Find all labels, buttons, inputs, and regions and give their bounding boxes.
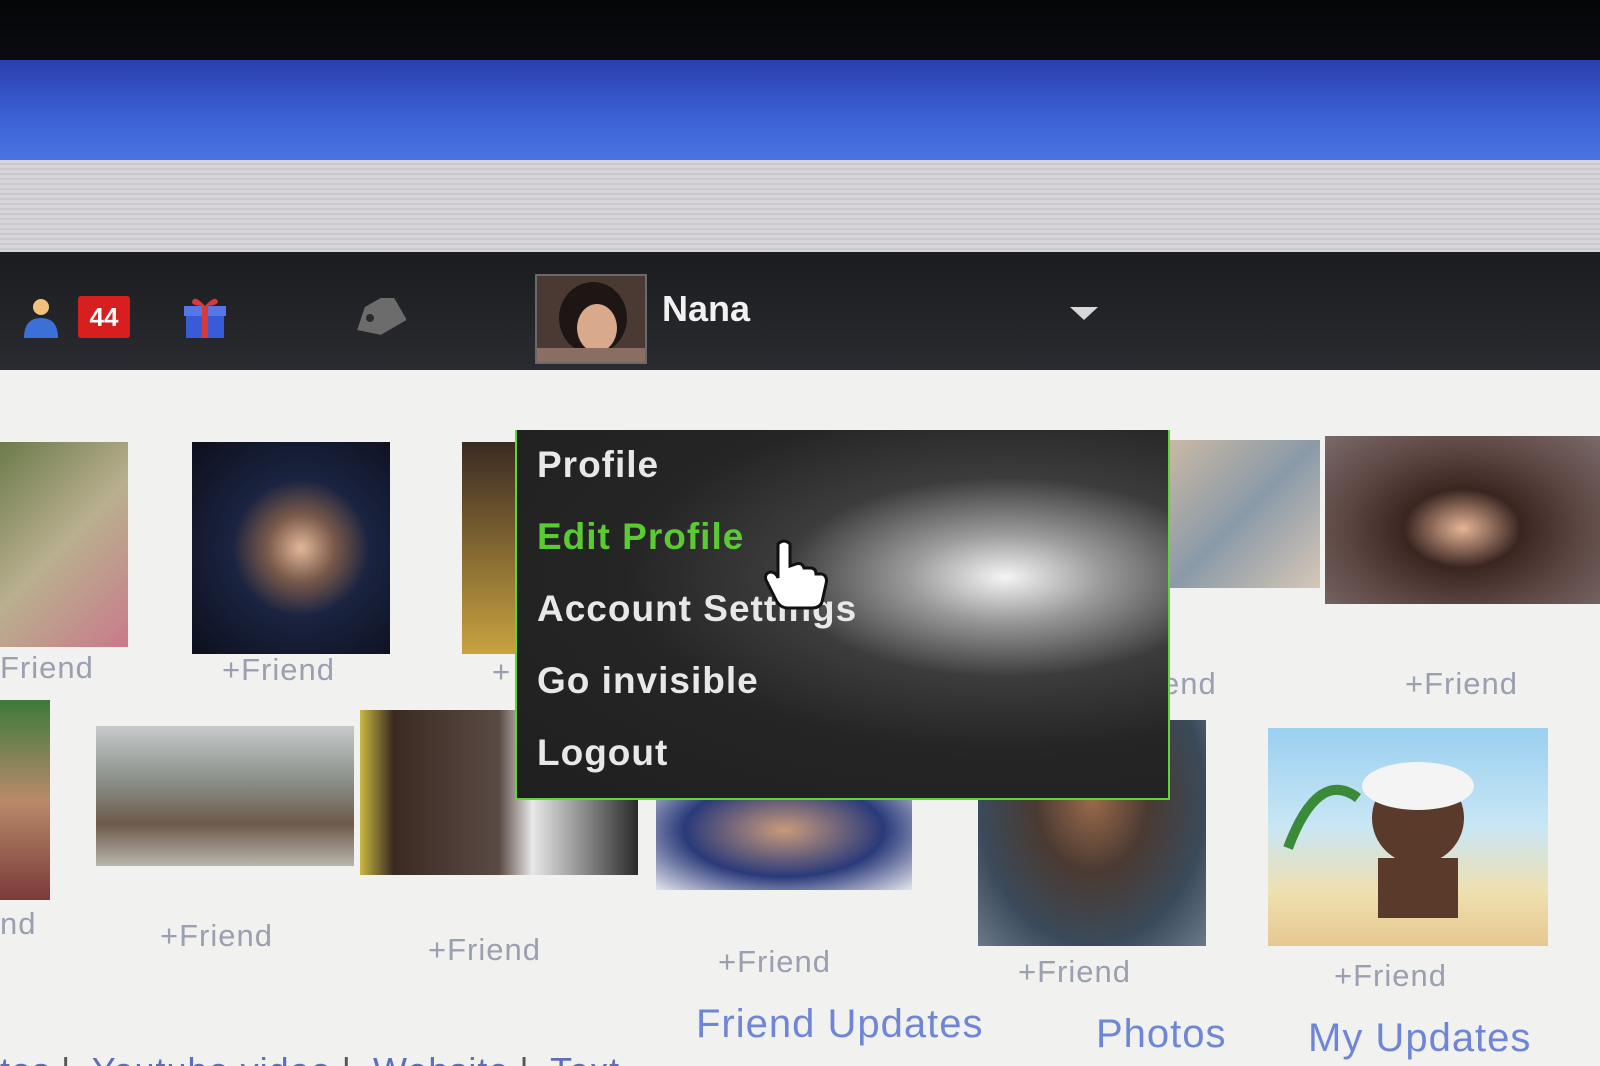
add-friend-link[interactable]: +Friend (222, 652, 335, 688)
add-friend-link[interactable]: +Friend (718, 944, 831, 980)
add-friend-link[interactable]: +Friend (1334, 958, 1447, 994)
menu-item-go-invisible[interactable]: Go invisible (537, 660, 759, 702)
cartoon-avatar (1283, 762, 1474, 918)
account-dropdown-menu: Profile Edit Profile Account Settings Go… (515, 430, 1170, 800)
os-title-bar (0, 60, 1600, 160)
menu-item-edit-profile[interactable]: Edit Profile (537, 516, 744, 558)
link-photos[interactable]: tos (0, 1050, 51, 1066)
friend-photo[interactable] (1170, 440, 1320, 588)
add-friend-link[interactable]: +Friend (428, 932, 541, 968)
link-separator: | (61, 1050, 71, 1066)
link-youtube-video[interactable]: Youtube video (92, 1050, 332, 1066)
tag-icon[interactable] (350, 298, 406, 338)
user-name[interactable]: Nana (662, 288, 750, 330)
tab-friend-updates[interactable]: Friend Updates (696, 1002, 983, 1047)
menu-item-profile[interactable]: Profile (537, 444, 659, 486)
link-separator: | (342, 1050, 352, 1066)
add-friend-link[interactable]: +Friend (1405, 666, 1518, 702)
tab-photos[interactable]: Photos (1096, 1012, 1227, 1057)
notification-badge[interactable]: 44 (78, 296, 130, 338)
friend-photo[interactable] (1325, 436, 1600, 604)
add-friend-link[interactable]: nd (0, 906, 36, 942)
tab-my-updates[interactable]: My Updates (1308, 1016, 1531, 1061)
avatar[interactable] (535, 274, 647, 364)
add-friend-link[interactable]: +Friend (160, 918, 273, 954)
friend-photo[interactable] (656, 790, 912, 890)
add-friend-link[interactable]: Friend (0, 650, 94, 686)
add-friend-link[interactable]: +Friend (1018, 954, 1131, 990)
hand-cursor-icon (764, 539, 828, 610)
link-website[interactable]: Website (373, 1050, 509, 1066)
gift-icon[interactable] (180, 292, 230, 342)
add-friend-link[interactable]: end (1162, 666, 1217, 702)
menu-item-logout[interactable]: Logout (537, 732, 668, 774)
friend-requests-icon[interactable] (18, 296, 64, 338)
screen: 44 Nana Friend +Friend + end +Friend nd … (0, 60, 1600, 1066)
friend-photo[interactable] (1268, 728, 1548, 946)
friend-photo[interactable] (462, 442, 522, 654)
share-links: tos | Youtube video | Website | Text (0, 1050, 630, 1066)
link-separator: | (519, 1050, 529, 1066)
friend-photo[interactable] (192, 442, 390, 654)
browser-toolbar (0, 160, 1600, 252)
chevron-down-icon[interactable] (1070, 307, 1098, 320)
link-text[interactable]: Text (550, 1050, 620, 1066)
friend-photo[interactable] (0, 700, 50, 900)
friend-photo[interactable] (96, 726, 354, 866)
site-top-bar: 44 Nana (0, 252, 1600, 370)
add-friend-link[interactable]: + (492, 654, 511, 690)
friend-photo[interactable] (0, 442, 128, 647)
